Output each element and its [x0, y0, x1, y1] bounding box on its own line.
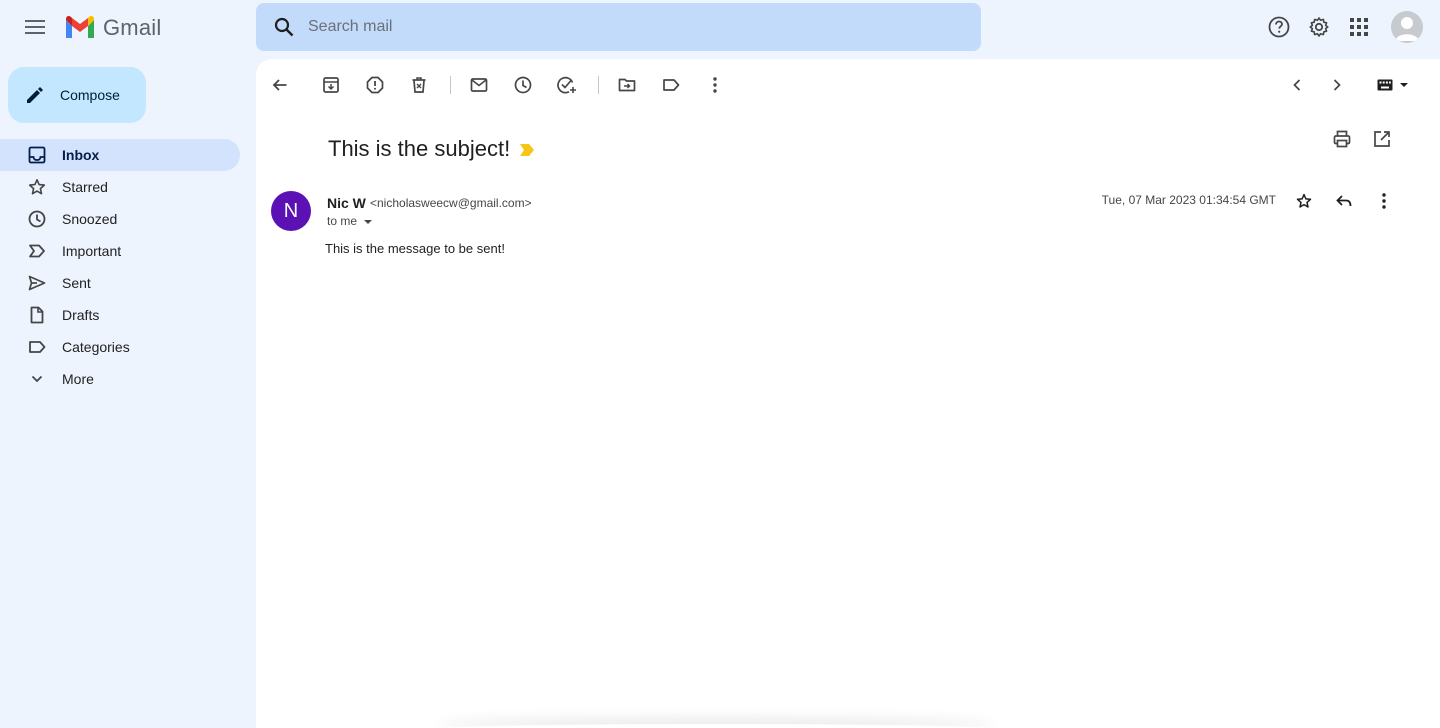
toolbar-divider: [598, 76, 599, 94]
label-icon: [27, 337, 47, 357]
sidebar-item-important[interactable]: Important: [0, 235, 240, 267]
important-icon: [27, 241, 47, 261]
recipients-toggle[interactable]: to me: [327, 214, 373, 228]
star-button[interactable]: [1288, 185, 1320, 217]
compose-button[interactable]: Compose: [8, 67, 146, 123]
sidebar-item-label: Sent: [62, 275, 91, 291]
top-bar: Gmail: [0, 0, 1440, 58]
keyboard-icon: [1377, 79, 1393, 91]
sender-email: <nicholasweecw@gmail.com>: [370, 196, 532, 210]
settings-button[interactable]: [1299, 7, 1339, 47]
sender-avatar[interactable]: N: [271, 191, 311, 231]
reply-icon: [1336, 195, 1352, 207]
sidebar-item-label: Categories: [62, 339, 130, 355]
mark-unread-button[interactable]: [463, 69, 495, 101]
sender-name[interactable]: Nic W: [327, 195, 366, 211]
send-icon: [27, 273, 47, 293]
important-marker-icon[interactable]: [519, 143, 535, 157]
input-tools-button[interactable]: [1370, 69, 1416, 101]
compose-label: Compose: [60, 87, 120, 103]
sidebar-item-starred[interactable]: Starred: [0, 171, 240, 203]
chevron-left-icon: [1293, 79, 1301, 91]
label-icon: [663, 79, 680, 91]
delete-button[interactable]: [403, 69, 435, 101]
email-date: Tue, 07 Mar 2023 01:34:54 GMT: [1101, 193, 1276, 207]
open-external-icon: [1374, 131, 1390, 147]
search-bar: [256, 3, 981, 51]
apps-grid-icon: [1350, 18, 1368, 36]
search-icon: [274, 17, 294, 37]
chevron-right-icon: [1333, 79, 1341, 91]
google-apps-button[interactable]: [1339, 7, 1379, 47]
add-task-icon: [557, 76, 576, 94]
older-button[interactable]: [1321, 69, 1353, 101]
gmail-logo[interactable]: Gmail: [64, 14, 161, 42]
reply-button[interactable]: [1328, 185, 1360, 217]
sidebar-item-label: More: [62, 371, 94, 387]
folder-move-icon: [618, 78, 636, 92]
sidebar-item-more[interactable]: More: [0, 363, 240, 395]
archive-button[interactable]: [315, 69, 347, 101]
sidebar-item-sent[interactable]: Sent: [0, 267, 240, 299]
sidebar-nav: Inbox Starred Snoozed Important Sent Dra…: [0, 139, 240, 395]
main-menu-button[interactable]: [17, 9, 53, 45]
recipients-text: to me: [327, 214, 358, 228]
search-button[interactable]: [256, 3, 308, 51]
sidebar-item-categories[interactable]: Categories: [0, 331, 240, 363]
app-name: Gmail: [103, 15, 162, 40]
message-panel: This is the subject! N Nic W <nicholaswe…: [256, 59, 1440, 728]
inbox-icon: [27, 145, 47, 165]
pencil-icon: [25, 84, 47, 106]
clock-icon: [514, 76, 532, 94]
add-to-tasks-button[interactable]: [551, 69, 583, 101]
arrow-left-icon: [272, 79, 287, 91]
sidebar-item-label: Drafts: [62, 307, 100, 323]
sidebar-item-label: Important: [62, 243, 122, 259]
caret-down-icon: [1400, 83, 1408, 87]
open-in-new-window-button[interactable]: [1366, 123, 1398, 155]
search-input[interactable]: [308, 7, 948, 47]
sidebar-item-snoozed[interactable]: Snoozed: [0, 203, 240, 235]
move-to-button[interactable]: [611, 69, 643, 101]
panel-bottom-shadow: [436, 724, 996, 728]
gmail-m-icon: [66, 16, 94, 38]
message-more-button[interactable]: [1368, 185, 1400, 217]
account-button[interactable]: [1386, 7, 1428, 47]
report-spam-button[interactable]: [359, 69, 391, 101]
hamburger-menu-icon: [25, 20, 45, 34]
back-button[interactable]: [264, 69, 296, 101]
print-icon: [1333, 130, 1351, 148]
gear-icon: [1309, 17, 1329, 37]
sidebar-item-inbox[interactable]: Inbox: [0, 139, 240, 171]
labels-button[interactable]: [655, 69, 687, 101]
trash-icon: [412, 77, 426, 93]
caret-down-icon: [364, 219, 373, 224]
chevron-down-icon: [27, 369, 47, 389]
email-subject: This is the subject!: [328, 136, 511, 161]
draft-icon: [27, 305, 47, 325]
help-icon: [1268, 16, 1290, 38]
sidebar-item-label: Starred: [62, 179, 108, 195]
sidebar-item-label: Inbox: [62, 147, 100, 163]
email-body: This is the message to be sent!: [325, 241, 505, 256]
account-avatar: [1391, 11, 1423, 43]
spam-icon: [366, 76, 384, 94]
sidebar-item-label: Snoozed: [62, 211, 118, 227]
mail-icon: [470, 78, 488, 92]
more-vert-icon: [713, 77, 717, 93]
more-vert-icon: [1382, 193, 1386, 209]
archive-icon: [323, 77, 339, 93]
print-button[interactable]: [1326, 123, 1358, 155]
snooze-button[interactable]: [507, 69, 539, 101]
support-button[interactable]: [1259, 7, 1299, 47]
star-icon: [1296, 193, 1312, 208]
clock-icon: [27, 209, 47, 229]
sidebar-item-drafts[interactable]: Drafts: [0, 299, 240, 331]
star-icon: [27, 177, 47, 197]
more-actions-button[interactable]: [699, 69, 731, 101]
newer-button[interactable]: [1281, 69, 1313, 101]
toolbar-divider: [450, 76, 451, 94]
person-icon: [1395, 17, 1419, 41]
